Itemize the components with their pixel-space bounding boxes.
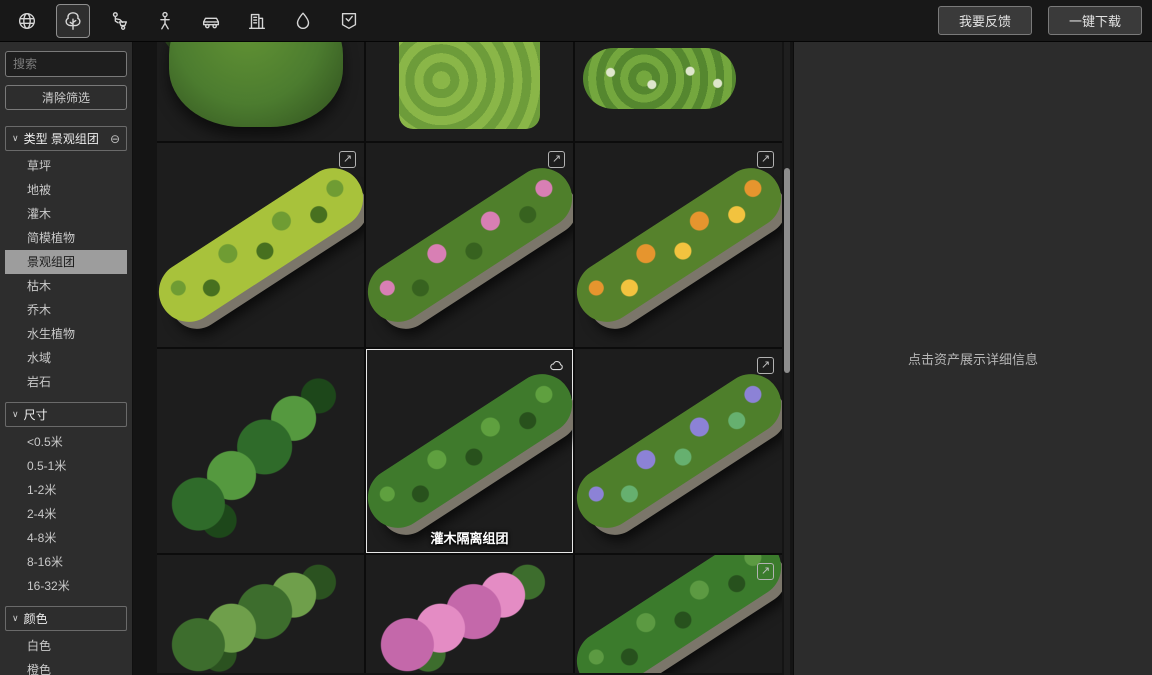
filter-item[interactable]: 简模植物 [5, 226, 127, 250]
asset-card[interactable] [157, 42, 364, 141]
building-icon [246, 10, 268, 32]
filter-item[interactable]: 景观组团 [5, 250, 127, 274]
asset-thumbnail [575, 555, 782, 673]
filter-item[interactable]: 8-16米 [5, 550, 127, 574]
toolbar-tab-vehicles[interactable] [194, 4, 228, 38]
cloud-download-icon[interactable] [548, 357, 565, 374]
filter-section-type: ∨ 类型 景观组团 ⊖ 草坪 地被 灌木 简模植物 景观组团 枯木 乔木 水生植… [5, 126, 127, 394]
filter-section-title: 颜色 [24, 610, 48, 627]
filter-sidebar: 清除筛选 ∨ 类型 景观组团 ⊖ 草坪 地被 灌木 简模植物 景观组团 枯木 乔… [0, 42, 133, 675]
globe-icon [16, 10, 38, 32]
grid-scrollbar-thumb[interactable] [784, 168, 790, 373]
clear-filter-button[interactable]: 清除筛选 [5, 85, 127, 110]
asset-card-selected[interactable]: 灌木隔离组团 [366, 349, 573, 553]
toolbar-tab-water[interactable] [286, 4, 320, 38]
asset-card[interactable] [157, 555, 364, 673]
asset-thumbnail [575, 42, 782, 141]
filter-item[interactable]: 水域 [5, 346, 127, 370]
chevron-down-icon: ∨ [12, 613, 19, 624]
toolbar-tab-people[interactable] [148, 4, 182, 38]
filter-item[interactable]: 水生植物 [5, 322, 127, 346]
asset-card[interactable] [366, 555, 573, 673]
asset-card[interactable]: ↗ [575, 349, 782, 553]
filter-section-title: 类型 景观组团 [24, 130, 99, 147]
topbar: 我要反馈 一键下载 [0, 0, 1152, 42]
grid-scrollbar[interactable] [784, 42, 790, 675]
filter-item[interactable]: 白色 [5, 634, 127, 658]
car-icon [200, 10, 222, 32]
feedback-button[interactable]: 我要反馈 [938, 6, 1032, 35]
filter-list-color: 白色 橙色 粉色 [5, 634, 127, 675]
filter-list-size: <0.5米 0.5-1米 1-2米 2-4米 4-8米 8-16米 16-32米 [5, 430, 127, 598]
toolbar-tab-buildings[interactable] [240, 4, 274, 38]
filter-item[interactable]: 草坪 [5, 154, 127, 178]
filter-section-title: 尺寸 [24, 406, 48, 423]
filter-item[interactable]: 16-32米 [5, 574, 127, 598]
chevron-down-icon: ∨ [12, 133, 19, 144]
filter-item[interactable]: 2-4米 [5, 502, 127, 526]
asset-card[interactable]: ↗ [366, 143, 573, 347]
filter-section-color: ∨ 颜色 白色 橙色 粉色 [5, 606, 127, 675]
asset-thumbnail [157, 143, 364, 347]
download-all-button[interactable]: 一键下载 [1048, 6, 1142, 35]
asset-card[interactable] [575, 42, 782, 141]
asset-grid: ↗ ↗ ↗ 灌木隔离 [157, 42, 782, 673]
chevron-down-icon: ∨ [12, 409, 19, 420]
search-input[interactable] [5, 51, 127, 77]
content-area: 清除筛选 ∨ 类型 景观组团 ⊖ 草坪 地被 灌木 简模植物 景观组团 枯木 乔… [0, 42, 1152, 675]
filter-item[interactable]: 枯木 [5, 274, 127, 298]
asset-thumbnail [157, 349, 364, 553]
toolbar-tab-globe[interactable] [10, 4, 44, 38]
minus-circle-icon[interactable]: ⊖ [110, 132, 120, 146]
toolbar-tab-gardener[interactable] [102, 4, 136, 38]
filter-item[interactable]: 橙色 [5, 658, 127, 675]
export-icon[interactable]: ↗ [757, 357, 774, 374]
filter-item[interactable]: 地被 [5, 178, 127, 202]
toolbar-tab-badge[interactable] [332, 4, 366, 38]
asset-thumbnail [366, 349, 573, 553]
filter-item[interactable]: <0.5米 [5, 430, 127, 454]
export-icon[interactable]: ↗ [757, 563, 774, 580]
asset-thumbnail [366, 143, 573, 347]
asset-card[interactable]: ↗ [575, 143, 782, 347]
filter-section-size: ∨ 尺寸 <0.5米 0.5-1米 1-2米 2-4米 4-8米 8-16米 1… [5, 402, 127, 598]
filter-item[interactable]: 岩石 [5, 370, 127, 394]
badge-icon [338, 10, 360, 32]
filter-section-type-header[interactable]: ∨ 类型 景观组团 ⊖ [5, 126, 127, 151]
filter-item[interactable]: 0.5-1米 [5, 454, 127, 478]
export-icon[interactable]: ↗ [757, 151, 774, 168]
topbar-actions: 我要反馈 一键下载 [938, 6, 1142, 35]
asset-thumbnail [157, 555, 364, 673]
filter-item[interactable]: 1-2米 [5, 478, 127, 502]
asset-thumbnail [575, 143, 782, 347]
asset-thumbnail [157, 42, 364, 141]
asset-thumbnail [366, 42, 573, 141]
filter-item[interactable]: 4-8米 [5, 526, 127, 550]
asset-label: 灌木隔离组团 [366, 528, 573, 547]
asset-card[interactable] [157, 349, 364, 553]
detail-placeholder-text: 点击资产展示详细信息 [908, 349, 1038, 368]
export-icon[interactable]: ↗ [548, 151, 565, 168]
filter-item[interactable]: 灌木 [5, 202, 127, 226]
water-drop-icon [292, 10, 314, 32]
person-icon [154, 10, 176, 32]
asset-card[interactable]: ↗ [575, 555, 782, 673]
toolbar-tab-plants[interactable] [56, 4, 90, 38]
asset-thumbnail [575, 349, 782, 553]
filter-section-color-header[interactable]: ∨ 颜色 [5, 606, 127, 631]
tree-icon [62, 10, 84, 32]
wheelbarrow-icon [108, 10, 130, 32]
filter-section-size-header[interactable]: ∨ 尺寸 [5, 402, 127, 427]
asset-card[interactable] [366, 42, 573, 141]
asset-card[interactable]: ↗ [157, 143, 364, 347]
asset-thumbnail [366, 555, 573, 673]
asset-grid-area: ↗ ↗ ↗ 灌木隔离 [133, 42, 793, 675]
filter-list-type: 草坪 地被 灌木 简模植物 景观组团 枯木 乔木 水生植物 水域 岩石 [5, 154, 127, 394]
detail-panel: 点击资产展示详细信息 [793, 42, 1152, 675]
export-icon[interactable]: ↗ [339, 151, 356, 168]
toolbar-tabs [10, 4, 366, 38]
filter-item[interactable]: 乔木 [5, 298, 127, 322]
